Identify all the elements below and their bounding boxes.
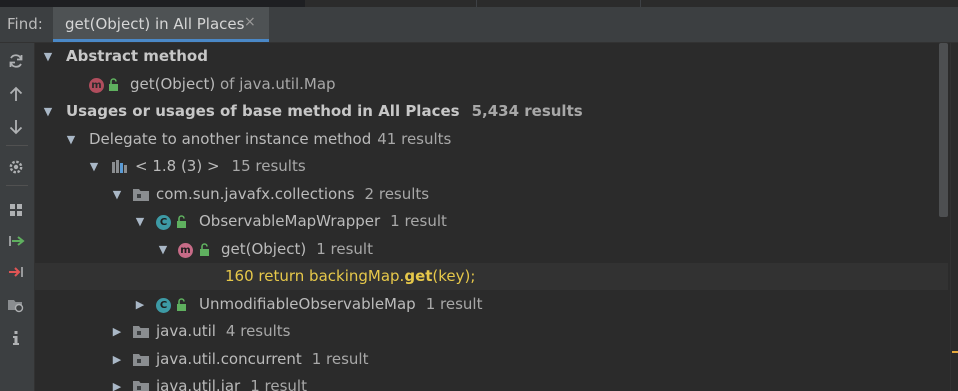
tree-node-usages[interactable]: ▼ Usages or usages of base method in All… [35, 98, 948, 125]
result-count: 4 results [225, 322, 291, 340]
class-icon: C [156, 214, 171, 230]
chevron-down-icon[interactable]: ▼ [110, 181, 124, 208]
tree-node-observablemapwrapper[interactable]: ▼ C ObservableMapWrapper 1 result [35, 208, 948, 235]
chevron-right-icon[interactable]: ▶ [133, 291, 147, 318]
usage-line-row[interactable]: 160 return backingMap.get(key); [35, 263, 948, 290]
scrollbar-thumb[interactable] [939, 43, 948, 217]
tree-node-abstract-method[interactable]: ▼ Abstract method [35, 43, 948, 70]
previous-occurrence-icon[interactable] [4, 82, 28, 106]
chevron-down-icon[interactable]: ▼ [41, 43, 55, 70]
next-occurrence-icon[interactable] [4, 115, 28, 139]
chevron-down-icon[interactable]: ▼ [156, 236, 170, 263]
line-number: 160 [225, 267, 254, 285]
rerun-icon[interactable] [4, 49, 28, 73]
find-tab-bar: Find: get(Object) in All Places × [0, 7, 958, 43]
find-tab-label: get(Object) in All Places [65, 15, 245, 33]
find-toolbar [0, 43, 35, 391]
import-icon[interactable] [4, 229, 28, 253]
settings-icon[interactable] [4, 155, 28, 179]
group-by-icon[interactable] [4, 198, 28, 222]
toolbar-separator [6, 145, 28, 146]
unlock-icon [176, 214, 188, 230]
close-icon[interactable]: × [244, 14, 256, 30]
result-count: 41 results [377, 130, 452, 148]
info-icon[interactable] [4, 326, 28, 350]
tree-node-unmodifiableobservablemap[interactable]: ▶ C UnmodifiableObservableMap 1 result [35, 291, 948, 318]
result-count: 1 result [250, 377, 307, 391]
tree-node-label: < 1.8 (3) >15 results [135, 157, 306, 175]
tree-node-label: java.util.concurrent 1 result [156, 350, 369, 368]
chevron-right-icon[interactable]: ▶ [110, 373, 124, 391]
top-strip [0, 0, 958, 7]
library-icon [111, 159, 131, 175]
tree-node-label: UnmodifiableObservableMap 1 result [199, 295, 483, 313]
tree-node-label: Delegate to another instance method 41 re… [89, 130, 452, 148]
export-icon[interactable] [4, 260, 28, 284]
editor-gutter-edge [950, 43, 958, 391]
result-count: 2 results [364, 185, 430, 203]
tree-node-label: ObservableMapWrapper 1 result [199, 212, 447, 230]
find-tab[interactable]: get(Object) in All Places × [53, 7, 269, 42]
chevron-right-icon[interactable]: ▶ [110, 346, 124, 373]
result-count: 1 result [316, 240, 373, 258]
unlock-icon [199, 242, 211, 258]
tree-node-package-javafx[interactable]: ▼ com.sun.javafx.collections 2 results [35, 181, 948, 208]
tree-node-label: Usages or usages of base method in All P… [66, 102, 583, 120]
tree-node-map-get[interactable]: m get(Object) of java.util.Map [35, 71, 948, 98]
tree-node-label: com.sun.javafx.collections 2 results [156, 185, 430, 203]
chevron-down-icon[interactable]: ▼ [64, 126, 78, 153]
result-count: 5,434 results [471, 102, 583, 120]
result-count: 1 result [425, 295, 483, 313]
package-icon [132, 379, 150, 391]
package-icon [132, 352, 150, 368]
tree-node-label: get(Object) 1 result [221, 240, 373, 258]
find-label: Find: [7, 15, 43, 33]
filter-icon[interactable] [4, 293, 28, 317]
unlock-icon [176, 297, 188, 313]
tree-node-package-java-util-jar[interactable]: ▶ java.util.jar 1 result [35, 373, 948, 391]
result-count: 1 result [311, 350, 369, 368]
package-icon [132, 324, 150, 340]
chevron-down-icon[interactable]: ▼ [87, 153, 101, 180]
tree-node-package-java-util[interactable]: ▶ java.util 4 results [35, 318, 948, 345]
result-count: 15 results [231, 157, 306, 175]
usages-tree: ▼ Abstract method m get(Object) of java.… [35, 43, 948, 391]
usage-code-line: 160 return backingMap.get(key); [225, 267, 476, 285]
tree-node-method-get[interactable]: ▼ m get(Object) 1 result [35, 236, 948, 263]
occurrence-marker [952, 351, 958, 353]
vertical-scrollbar[interactable] [937, 43, 949, 391]
chevron-right-icon[interactable]: ▶ [110, 318, 124, 345]
unlock-icon [108, 77, 120, 93]
tree-node-label: get(Object) of java.util.Map [130, 75, 336, 93]
result-count: 1 result [390, 212, 447, 230]
usage-match: get [404, 267, 433, 285]
tree-node-suffix: of java.util.Map [219, 75, 336, 93]
tree-node-delegate[interactable]: ▼ Delegate to another instance method 41 … [35, 126, 948, 153]
tree-node-label: Abstract method [66, 47, 208, 65]
chevron-down-icon[interactable]: ▼ [133, 208, 147, 235]
tree-node-label: java.util.jar 1 result [156, 373, 307, 391]
top-strip-dark [0, 0, 305, 7]
top-strip-divider [640, 0, 641, 7]
abstract-method-icon: m [89, 77, 104, 93]
tree-node-jdk-library[interactable]: ▼ < 1.8 (3) >15 results [35, 153, 948, 180]
tree-node-package-java-util-concurrent[interactable]: ▶ java.util.concurrent 1 result [35, 346, 948, 373]
chevron-down-icon[interactable]: ▼ [41, 98, 55, 125]
top-strip-divider [476, 0, 477, 7]
tree-node-label: java.util 4 results [156, 322, 291, 340]
class-icon: C [156, 297, 171, 313]
package-icon [132, 187, 150, 203]
method-icon: m [178, 242, 193, 258]
toolbar-separator [6, 185, 28, 186]
